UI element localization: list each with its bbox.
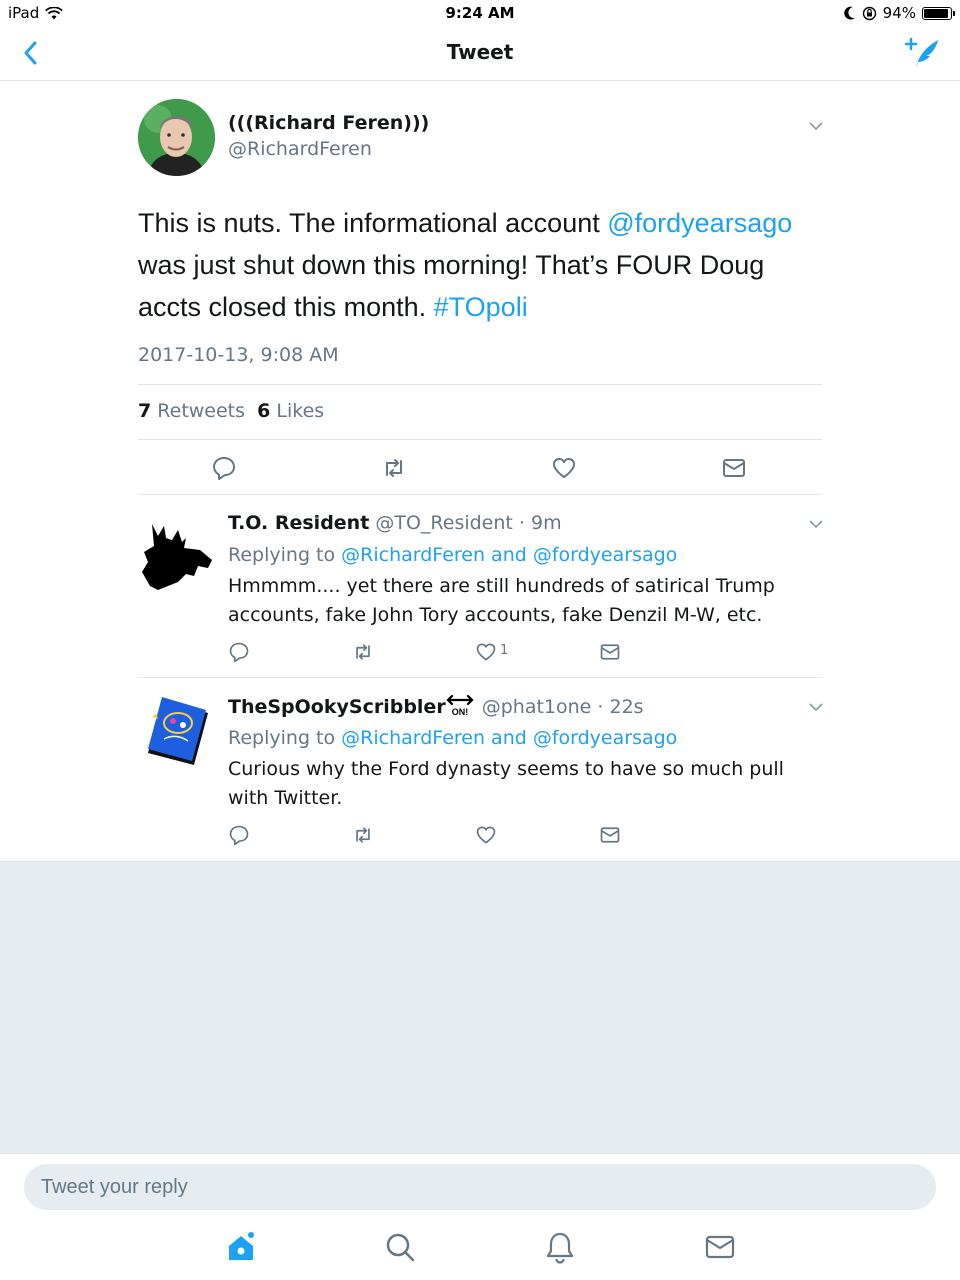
reply-author-name[interactable]: T.O. Resident: [228, 512, 369, 534]
divider: [138, 677, 822, 678]
author-info[interactable]: (((Richard Feren))) @RichardFeren: [228, 110, 429, 162]
clock: 9:24 AM: [445, 4, 515, 22]
nav-bar: Tweet: [0, 26, 960, 81]
on-switch-badge-icon: ON!: [446, 694, 474, 717]
chevron-down-icon[interactable]: [808, 702, 824, 712]
avatar[interactable]: [138, 695, 215, 772]
tweet-text-part: This is nuts. The informational account: [138, 208, 608, 238]
retweet-icon[interactable]: [381, 455, 407, 481]
chevron-down-icon[interactable]: [808, 121, 824, 131]
replying-to: Replying to @RichardFeren and @fordyears…: [228, 725, 677, 751]
replying-to-prefix: Replying to: [228, 727, 342, 749]
chevron-down-icon[interactable]: [808, 519, 824, 529]
moon-icon: [843, 6, 855, 20]
avatar[interactable]: [138, 516, 215, 593]
home-icon[interactable]: [224, 1230, 258, 1264]
like-heart-icon[interactable]: [475, 824, 497, 846]
orientation-lock-icon: [862, 6, 876, 20]
avatar-portrait-icon: [138, 99, 215, 176]
tweet-actions: [138, 451, 822, 487]
share-envelope-icon[interactable]: [599, 824, 621, 846]
hashtag-link[interactable]: #TOpoli: [434, 292, 528, 322]
notifications-bell-icon[interactable]: [543, 1230, 577, 1264]
reply-icon[interactable]: [211, 455, 237, 481]
reply-tweet[interactable]: TheSpOokyScribbler ON! @phat1one · 22s R…: [138, 693, 824, 861]
divider: [138, 494, 822, 495]
empty-timeline-area: [0, 861, 960, 1153]
replying-to: Replying to @RichardFeren and @fordyears…: [228, 542, 677, 568]
reply-actions: 1: [228, 641, 628, 667]
compose-tweet-icon[interactable]: [904, 36, 940, 70]
tweet-timestamp: 2017-10-13, 9:08 AM: [138, 344, 339, 366]
reply-text: Curious why the Ford dynasty seems to ha…: [228, 758, 784, 809]
share-envelope-icon[interactable]: [721, 455, 747, 481]
retweet-icon[interactable]: [352, 824, 374, 846]
reply-icon[interactable]: [228, 824, 250, 846]
likes-stat[interactable]: 6 Likes: [257, 400, 324, 422]
tweet-reply-input[interactable]: [24, 1164, 936, 1210]
like-count: 1: [500, 643, 509, 658]
like-heart-icon[interactable]: [475, 641, 497, 663]
search-icon[interactable]: [383, 1230, 417, 1264]
author-name[interactable]: (((Richard Feren))): [228, 110, 429, 136]
tab-bar: [0, 1220, 960, 1280]
likes-label: Likes: [276, 400, 325, 422]
divider: [138, 439, 822, 440]
replying-to-mentions[interactable]: @RichardFeren and @fordyearsago: [341, 727, 677, 749]
reply-composer: [0, 1153, 960, 1220]
reply-author-name[interactable]: TheSpOokyScribbler: [228, 696, 446, 718]
retweets-stat[interactable]: 7 Retweets: [138, 400, 245, 422]
replying-to-prefix: Replying to: [228, 544, 342, 566]
like-heart-icon[interactable]: [551, 455, 577, 481]
reply-header: TheSpOokyScribbler ON! @phat1one · 22s: [228, 693, 644, 720]
tweet-stats: 7 Retweets 6 Likes: [138, 400, 324, 422]
reply-header: T.O. Resident @TO_Resident · 9m: [228, 510, 562, 536]
reply-text: Hmmmm.... yet there are still hundreds o…: [228, 575, 775, 626]
on-switch-badge-text: ON!: [451, 707, 468, 717]
messages-envelope-icon[interactable]: [703, 1230, 737, 1264]
page-title: Tweet: [446, 40, 514, 64]
tweet-text: This is nuts. The informational account …: [138, 202, 822, 328]
moose-silhouette-icon: [142, 524, 212, 590]
likes-count: 6: [257, 400, 271, 422]
reply-icon[interactable]: [228, 641, 250, 663]
reply-actions: [228, 824, 628, 850]
author-handle[interactable]: @RichardFeren: [228, 136, 429, 162]
reply-tweet[interactable]: T.O. Resident @TO_Resident · 9m Replying…: [138, 510, 824, 678]
reply-author-meta[interactable]: @TO_Resident · 9m: [375, 512, 561, 534]
retweets-count: 7: [138, 400, 152, 422]
battery-percent: 94%: [882, 4, 916, 22]
avatar[interactable]: [138, 99, 215, 176]
status-bar: iPad 9:24 AM 94%: [0, 0, 960, 26]
mention-link[interactable]: @fordyearsago: [607, 208, 792, 238]
share-envelope-icon[interactable]: [599, 641, 621, 663]
battery-fill: [924, 8, 949, 18]
reply-author-meta[interactable]: @phat1one · 22s: [482, 696, 644, 718]
replying-to-mentions[interactable]: @RichardFeren and @fordyearsago: [341, 544, 677, 566]
battery-icon: [922, 6, 955, 20]
blue-sketchbook-icon: [148, 697, 208, 765]
retweets-label: Retweets: [157, 400, 246, 422]
divider: [138, 384, 822, 385]
retweet-icon[interactable]: [352, 641, 374, 663]
